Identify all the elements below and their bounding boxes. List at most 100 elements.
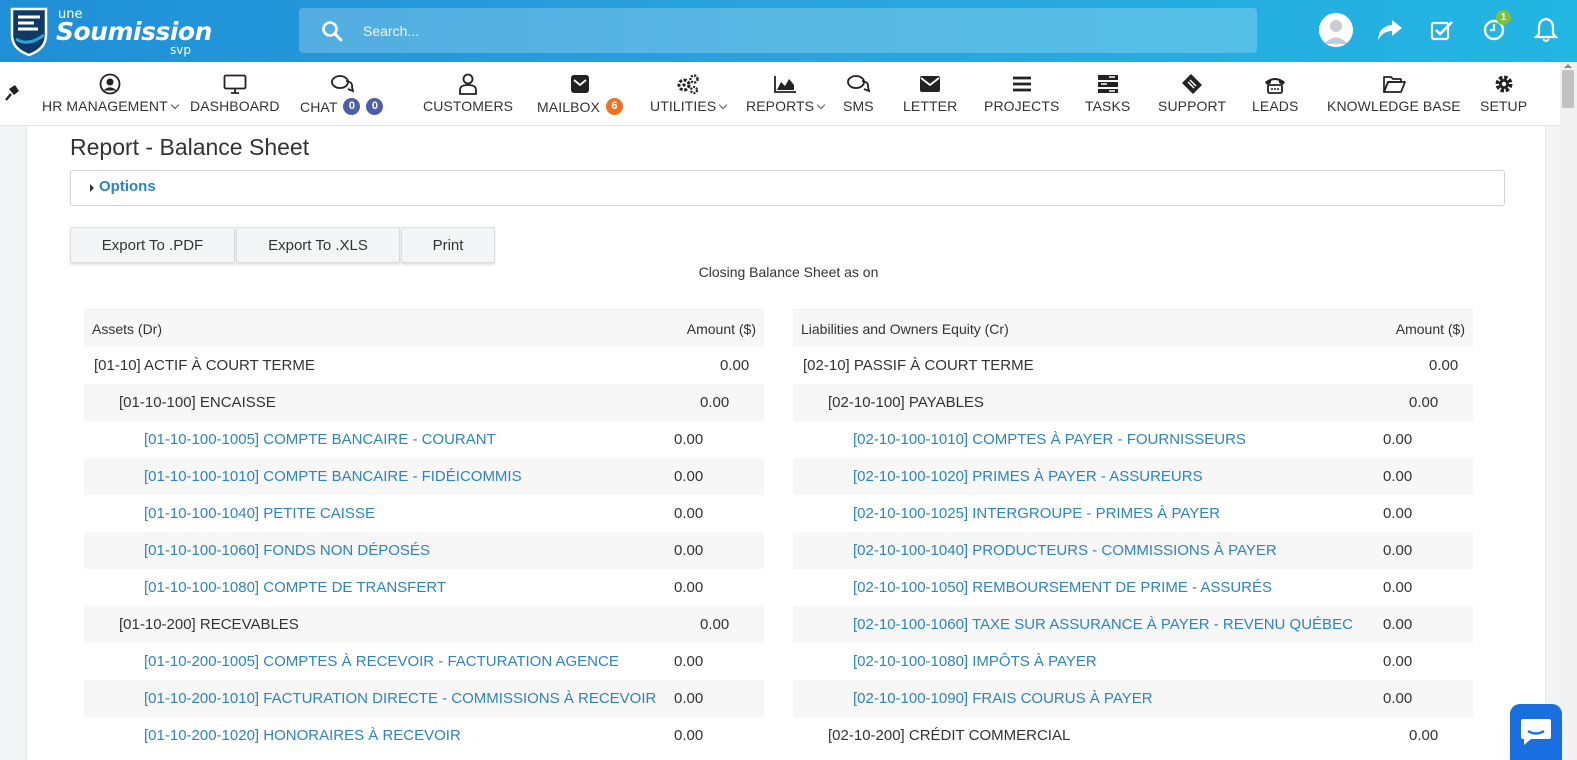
account-link[interactable]: [02-10-100-1020] PRIMES À PAYER - ASSURE… [853,468,1203,485]
chat-count-badge: 0 [366,98,384,115]
nav-label-customers: CUSTOMERS [423,98,513,114]
account-link[interactable]: [01-10-100-1080] COMPTE DE TRANSFERT [144,579,446,596]
pin-icon[interactable] [4,84,20,102]
table-row: [02-10-100-1010] COMPTES À PAYER - FOURN… [793,421,1473,458]
table-row: [01-10-100] ENCAISSE 0.00 [84,384,764,421]
tasks-check-button[interactable] [1424,12,1460,48]
print-button[interactable]: Print [401,227,495,263]
shield-logo-icon [10,7,48,57]
amount-value: 0.00 [700,616,730,633]
nav-item-reports[interactable]: REPORTS [746,62,826,126]
amount-value: 0.00 [700,394,730,411]
account-link[interactable]: [02-10-100-1080] IMPÔTS À PAYER [853,653,1097,670]
nav-item-support[interactable]: SUPPORT [1158,62,1226,126]
notifications-button[interactable] [1528,12,1564,48]
user-avatar-button[interactable] [1318,12,1354,48]
account-link[interactable]: [01-10-200-1020] HONORAIRES À RECEVOIR [144,727,461,744]
account-link[interactable]: [01-10-100-1010] COMPTE BANCAIRE - FIDÉI… [144,468,522,485]
table-row: [02-10-100-1020] PRIMES À PAYER - ASSURE… [793,458,1473,495]
liabilities-table-header: Liabilities and Owners Equity (Cr) Amoun… [793,309,1473,347]
table-row: [02-10-100] PAYABLES 0.00 [793,384,1473,421]
nav-label-setup: SETUP [1480,98,1527,114]
chat-bubble-icon [1521,719,1551,745]
account-link[interactable]: [02-10-100-1010] COMPTES À PAYER - FOURN… [853,431,1246,448]
search-input[interactable] [363,8,1243,53]
amount-value: 0.00 [1429,357,1459,374]
monitor-icon [223,73,247,95]
nav-item-chat[interactable]: CHAT 0 0 [300,62,384,126]
account-link[interactable]: [01-10-100-1040] PETITE CAISSE [144,505,375,522]
mailbox-count-badge: 6 [605,98,623,115]
options-collapsible[interactable]: Options [70,170,1505,206]
account-link[interactable]: [02-10-100-1050] REMBOURSEMENT DE PRIME … [853,579,1272,596]
account-link[interactable]: [02-10-100-1025] INTERGROUPE - PRIMES À … [853,505,1220,522]
options-label[interactable]: Options [99,178,156,195]
live-chat-button[interactable] [1510,704,1562,760]
timer-button[interactable]: 1 [1476,10,1512,48]
amount-value: 0.00 [674,690,704,707]
table-row: [02-10-100-1080] IMPÔTS À PAYER 0.00 [793,643,1473,680]
table-row: [02-10] PASSIF À COURT TERME 0.00 [793,347,1473,384]
nav-label-reports: REPORTS [746,98,826,114]
nav-item-sms[interactable]: SMS [843,62,874,126]
account-link[interactable]: [02-10-100-1060] TAXE SUR ASSURANCE À PA… [853,616,1353,633]
account-link[interactable]: [01-10-100-1005] COMPTE BANCAIRE - COURA… [144,431,496,448]
chevron-down-icon [170,100,179,109]
cogs-icon [676,73,700,95]
nav-label-text: LEADS [1252,98,1299,114]
nav-item-projects[interactable]: PROJECTS [984,62,1059,126]
nav-item-setup[interactable]: SETUP [1480,62,1527,126]
nav-label-utilities: UTILITIES [650,98,728,114]
nav-label-text: DASHBOARD [190,98,280,114]
assets-table-header: Assets (Dr) Amount ($) [84,309,764,347]
table-row: [02-10-100-1060] TAXE SUR ASSURANCE À PA… [793,606,1473,643]
share-button[interactable] [1372,12,1408,48]
account-group-label: [01-10] ACTIF À COURT TERME [94,357,315,374]
table-row: [02-10-100-1090] FRAIS COURUS À PAYER 0.0… [793,680,1473,717]
user-outline-icon [458,73,478,95]
nav-item-leads[interactable]: LEADS [1252,62,1298,126]
export-pdf-button[interactable]: Export To .PDF [70,227,235,263]
page-title: Report - Balance Sheet [70,134,310,160]
amount-value: 0.00 [1383,616,1413,633]
brand-logo[interactable]: une Soumission svp [6,3,212,59]
search-bar [299,8,1257,53]
account-link[interactable]: [02-10-100-1090] FRAIS COURUS À PAYER [853,690,1153,707]
nav-item-tasks[interactable]: TASKS [1085,62,1130,126]
account-link[interactable]: [01-10-100-1060] FONDS NON DÉPOSÉS [144,542,430,559]
account-link[interactable]: [01-10-200-1005] COMPTES À RECEVOIR - FA… [144,653,619,670]
nav-item-customers[interactable]: CUSTOMERS [423,62,513,126]
area-chart-icon [773,73,797,95]
amount-value: 0.00 [674,505,704,522]
amount-value: 0.00 [674,579,704,596]
amount-value: 0.00 [1383,542,1413,559]
nav-label-text: UTILITIES [650,98,717,114]
search-icon[interactable] [321,20,343,42]
amount-value: 0.00 [1409,394,1439,411]
scrollbar-thumb[interactable] [1562,70,1574,108]
amount-value: 0.00 [720,357,750,374]
amount-value: 0.00 [674,431,704,448]
nav-item-utilities[interactable]: UTILITIES [650,62,728,126]
page-scrollbar[interactable] [1560,62,1577,760]
export-xls-button[interactable]: Export To .XLS [236,227,400,263]
nav-item-dashboard[interactable]: DASHBOARD [190,62,280,126]
nav-label-text: HR MANAGEMENT [42,98,168,114]
brand-bottom: svp [170,43,191,57]
nav-label-text: LETTER [903,98,958,114]
nav-item-hr[interactable]: HR MANAGEMENT [42,62,179,126]
report-subtitle: Closing Balance Sheet as on [698,264,879,280]
scroll-up-arrow[interactable] [1564,64,1572,68]
amount-value: 0.00 [674,542,704,559]
avatar [1319,13,1353,47]
account-link[interactable]: [02-10-100-1040] PRODUCTEURS - COMMISSIO… [853,542,1277,559]
amount-value: 0.00 [674,653,704,670]
nav-label-letter: LETTER [903,98,957,114]
account-link[interactable]: [01-10-200-1010] FACTURATION DIRECTE - C… [144,690,656,707]
nav-item-kb[interactable]: KNOWLEDGE BASE [1327,62,1461,126]
nav-label-text: CHAT [300,98,338,115]
account-group-label: [02-10-200] CRÉDIT COMMERCIAL [828,727,1071,744]
nav-item-mailbox[interactable]: MAILBOX 6 [537,62,623,126]
nav-item-letter[interactable]: LETTER [903,62,957,126]
table-row: [01-10-100-1010] COMPTE BANCAIRE - FIDÉI… [84,458,764,495]
